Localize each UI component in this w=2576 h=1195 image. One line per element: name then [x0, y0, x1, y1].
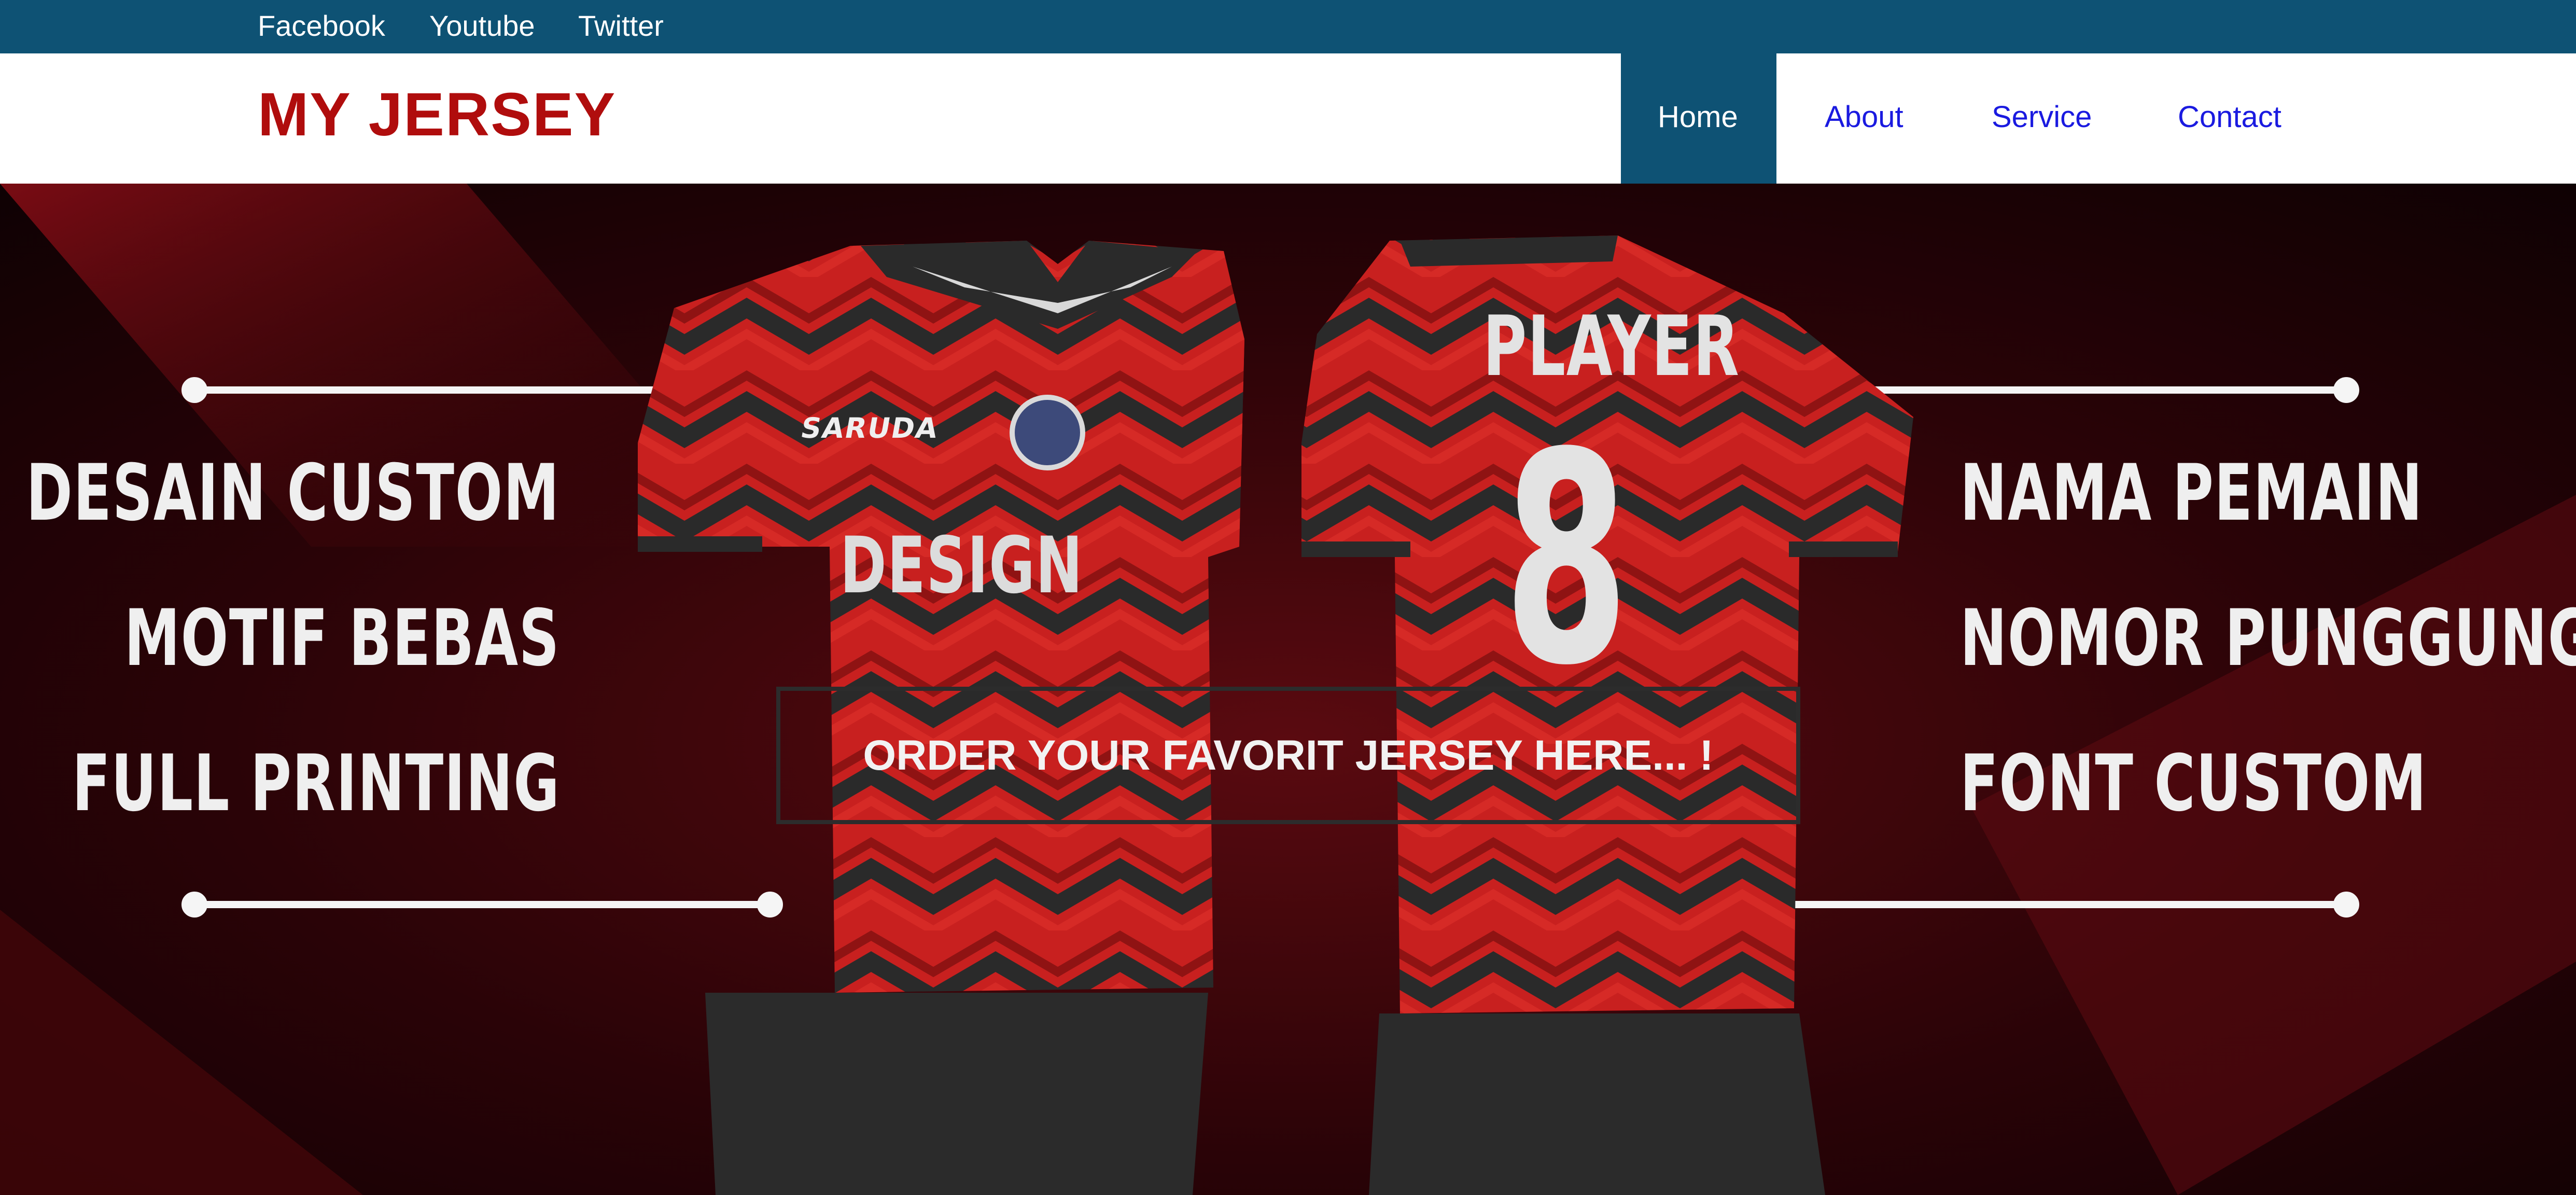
feature-nomor-punggung: NOMOR PUNGGUNG	[1960, 593, 2576, 684]
feature-nama-pemain: NAMA PEMAIN	[1960, 448, 2424, 538]
site-logo[interactable]: MY JERSEY	[258, 53, 616, 184]
feature-font-custom: FONT CUSTOM	[1960, 739, 2427, 829]
jersey-number: 8	[1504, 391, 1630, 729]
order-cta-text: ORDER YOUR FAVORIT JERSEY HERE... !	[863, 731, 1714, 779]
feature-motif-bebas: MOTIF BEBAS	[124, 593, 560, 684]
site-header: MY JERSEY Home About Service Contact	[0, 53, 2576, 184]
jersey-brand-text: SARUDA	[798, 412, 942, 444]
nav-home[interactable]: Home	[1658, 53, 1738, 184]
hero-banner: SARUDA DESIGN PLAYER 8 DESAIN CUSTOM MOT…	[0, 184, 2576, 1195]
jersey-player-name: PLAYER	[1483, 298, 1740, 395]
nav-service[interactable]: Service	[1992, 53, 2092, 184]
jersey-design-text: DESIGN	[840, 521, 1084, 611]
top-bar: Facebook Youtube Twitter	[0, 0, 2576, 53]
feature-full-printing: FULL PRINTING	[72, 739, 560, 829]
twitter-link[interactable]: Twitter	[578, 0, 664, 53]
nav-about[interactable]: About	[1825, 53, 1903, 184]
feature-desain-custom: DESAIN CUSTOM	[26, 448, 560, 538]
nav-contact[interactable]: Contact	[2178, 53, 2281, 184]
facebook-link[interactable]: Facebook	[258, 0, 385, 53]
youtube-link[interactable]: Youtube	[429, 0, 535, 53]
order-cta-box[interactable]: ORDER YOUR FAVORIT JERSEY HERE... !	[776, 687, 1800, 824]
